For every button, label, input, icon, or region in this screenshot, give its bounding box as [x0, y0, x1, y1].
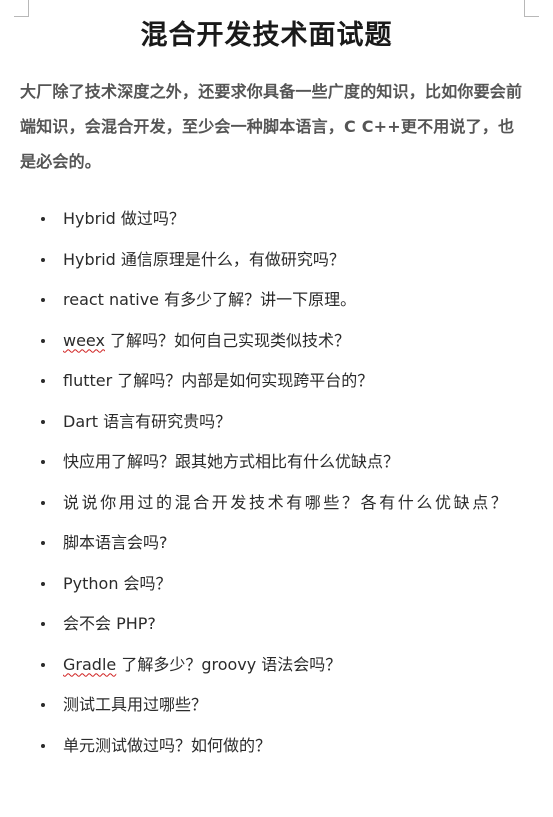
list-item-text: 说说你用过的混合开发技术有哪些？各有什么优缺点？ [63, 492, 510, 512]
list-item-text: Python 会吗？ [63, 573, 172, 593]
list-item-text: Hybrid 通信原理是什么，有做研究吗？ [63, 249, 345, 269]
list-item-text: Dart 语言有研究贵吗？ [63, 411, 232, 431]
list-item: 单元测试做过吗？如何做的？ [38, 726, 526, 767]
list-item: Hybrid 做过吗？ [38, 199, 526, 240]
list-item-text: 测试工具用过哪些？ [63, 695, 208, 714]
spellcheck-flagged-word: weex [63, 330, 105, 350]
list-item: Gradle 了解多少？groovy 语法会吗？ [38, 645, 526, 686]
list-item: 脚本语言会吗? [38, 523, 526, 564]
list-item: Hybrid 通信原理是什么，有做研究吗？ [38, 240, 526, 281]
list-item: flutter 了解吗？内部是如何实现跨平台的？ [38, 361, 526, 402]
list-item-text: 脚本语言会吗? [63, 533, 168, 552]
list-item-text: react native 有多少了解？讲一下原理。 [63, 290, 357, 309]
intro-paragraph: 大厂除了技术深度之外，还要求你具备一些广度的知识，比如你要会前端知识，会混合开发… [20, 82, 523, 171]
list-item: react native 有多少了解？讲一下原理。 [38, 280, 526, 321]
list-item-text: flutter 了解吗？内部是如何实现跨平台的？ [63, 371, 374, 390]
list-item: 测试工具用过哪些？ [38, 685, 526, 726]
list-item: weex 了解吗？如何自己实现类似技术？ [38, 321, 526, 362]
list-item-text: Hybrid 做过吗？ [63, 209, 185, 228]
list-item: Python 会吗？ [38, 564, 526, 605]
list-item: 快应用了解吗？跟其她方式相比有什么优缺点？ [38, 442, 526, 483]
list-item: 说说你用过的混合开发技术有哪些？各有什么优缺点？ [38, 483, 526, 524]
list-item-text: 会不会 PHP? [63, 614, 156, 633]
list-item-text: 快应用了解吗？跟其她方式相比有什么优缺点？ [63, 452, 400, 471]
question-list: Hybrid 做过吗？ Hybrid 通信原理是什么，有做研究吗？ react … [38, 199, 526, 766]
list-item-text: 单元测试做过吗？如何做的？ [63, 735, 272, 755]
list-item-text: 了解吗？如何自己实现类似技术？ [104, 330, 351, 350]
list-item: 会不会 PHP? [38, 604, 526, 645]
list-item-text: 了解多少？groovy 语法会吗？ [116, 654, 342, 674]
list-item: Dart 语言有研究贵吗？ [38, 402, 526, 443]
spellcheck-flagged-word: Gradle [63, 654, 117, 674]
document-title: 混合开发技术面试题 [140, 20, 393, 51]
